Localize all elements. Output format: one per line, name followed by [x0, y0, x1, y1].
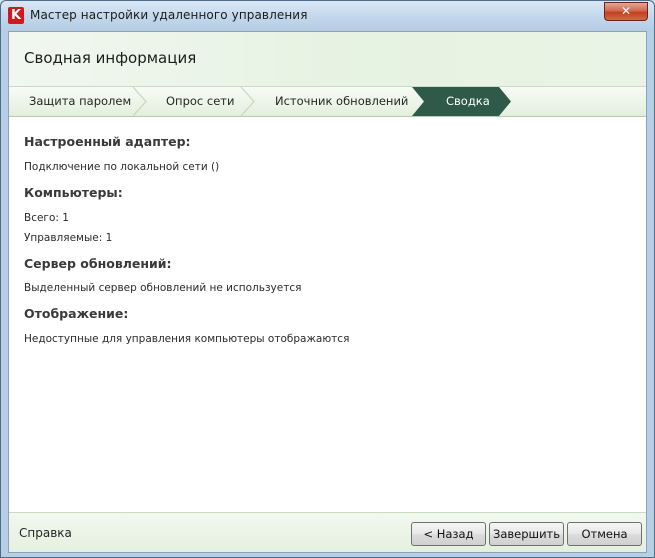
step-summary[interactable]: Сводка — [446, 94, 490, 108]
cancel-button[interactable]: Отмена — [567, 522, 642, 546]
computers-managed: Управляемые: 1 — [24, 232, 113, 244]
step-password-protection[interactable]: Защита паролем — [29, 94, 131, 108]
wizard-client-area: Сводная информация Защита паролем Опрос … — [8, 31, 647, 553]
wizard-header: Сводная информация — [9, 32, 646, 86]
update-server-heading: Сервер обновлений: — [24, 256, 172, 271]
back-button[interactable]: < Назад — [411, 522, 486, 546]
computers-heading: Компьютеры: — [24, 185, 123, 200]
close-icon: ✕ — [620, 4, 632, 18]
wizard-footer: Справка < Назад Завершить Отмена — [9, 512, 646, 552]
step-update-source[interactable]: Источник обновлений — [275, 94, 408, 108]
title-bar[interactable]: K Мастер настройки удаленного управления… — [1, 1, 654, 31]
page-title: Сводная информация — [24, 49, 197, 67]
window-title: Мастер настройки удаленного управления — [30, 8, 308, 22]
computers-total: Всего: 1 — [24, 212, 69, 224]
step-separator — [240, 87, 255, 116]
close-button[interactable]: ✕ — [604, 2, 648, 21]
wizard-step-bar: Защита паролем Опрос сети Источник обнов… — [9, 86, 646, 117]
kaspersky-app-icon: K — [8, 7, 24, 24]
step-separator — [132, 87, 147, 116]
display-value: Недоступные для управления компьютеры от… — [24, 333, 350, 345]
step-network-poll[interactable]: Опрос сети — [166, 94, 234, 108]
wizard-window: K Мастер настройки удаленного управления… — [0, 0, 655, 558]
finish-button[interactable]: Завершить — [489, 522, 564, 546]
adapter-heading: Настроенный адаптер: — [24, 134, 191, 149]
summary-content: Настроенный адаптер: Подключение по лока… — [9, 117, 646, 512]
help-link[interactable]: Справка — [19, 526, 72, 540]
adapter-value: Подключение по локальной сети () — [24, 161, 220, 173]
update-server-value: Выделенный сервер обновлений не использу… — [24, 282, 302, 294]
display-heading: Отображение: — [24, 306, 129, 321]
